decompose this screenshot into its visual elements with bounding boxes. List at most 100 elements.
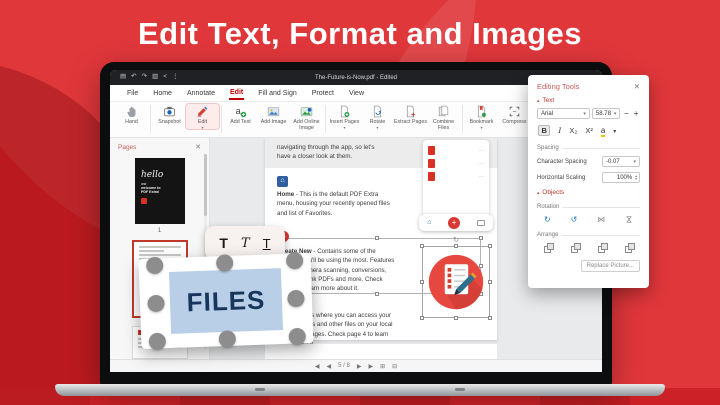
flip-horizontal-icon[interactable]: ⋈ (597, 215, 605, 224)
rotate-pages-button[interactable]: Rotate ▾ (361, 104, 394, 129)
more-icon: ⋯ (479, 148, 484, 154)
editing-tools-panel: Editing Tools ✕ ▴ Text Arial ▾ 58.78 ▾ −… (528, 75, 649, 288)
selection-handle[interactable] (375, 292, 379, 296)
close-icon[interactable]: ✕ (634, 82, 640, 91)
send-backward-icon[interactable] (571, 243, 579, 251)
thumb-hello-text: hello (141, 170, 163, 180)
italic-button[interactable]: I (558, 126, 561, 135)
rotation-handle[interactable]: ↻ (453, 236, 459, 244)
add-image-button[interactable]: Add Image (257, 104, 290, 125)
bring-to-front-icon[interactable] (598, 243, 606, 251)
rotate-right-icon[interactable]: ↻ (544, 215, 551, 224)
selection-handle[interactable] (488, 280, 492, 284)
character-spacing-select[interactable]: -0.07 ▾ (602, 156, 640, 167)
hero-title: Edit Text, Format and Images (0, 16, 720, 52)
rotate-left-icon[interactable]: ↺ (571, 215, 578, 224)
increase-size-button[interactable]: + (632, 109, 640, 118)
selection-handle[interactable] (454, 244, 458, 248)
tab-edit[interactable]: Edit (229, 86, 244, 100)
edit-tool-button[interactable]: Edit ▾ (186, 104, 219, 129)
text-section-header[interactable]: ▴ Text (537, 97, 640, 104)
add-online-image-button[interactable]: Add Online Image (290, 104, 323, 131)
stage: Edit Text, Format and Images ▤ ↶ ↷ ▥ < ⋮… (0, 0, 720, 405)
selection-handle[interactable] (146, 257, 164, 275)
folder-icon (477, 220, 485, 226)
selection-handle[interactable] (420, 244, 424, 248)
objects-section-header[interactable]: ▴ Objects (537, 189, 640, 196)
chevron-down-icon[interactable]: ▾ (613, 128, 616, 135)
selection-frame (155, 261, 298, 342)
close-icon[interactable]: ✕ (195, 143, 201, 151)
objects-section-label: Objects (542, 189, 564, 196)
prev-page-icon[interactable]: ◀ (327, 363, 332, 370)
home-title: Home (277, 191, 294, 198)
compress-button[interactable]: Compress (498, 104, 531, 125)
bold-button[interactable]: B (538, 125, 550, 136)
page-thumbnail-1[interactable]: hello and welcome to PDF Extra! (135, 158, 185, 224)
panel-title: Editing Tools (537, 82, 579, 91)
home-menu-icon: ⌂ (277, 176, 288, 187)
character-spacing-label: Character Spacing (537, 159, 587, 165)
decrease-size-button[interactable]: − (622, 109, 630, 118)
selection-handle[interactable] (288, 328, 306, 346)
selected-image[interactable]: ↻ (419, 236, 493, 320)
font-family-select[interactable]: Arial ▾ (537, 108, 590, 119)
bold-t-glyph[interactable]: T (219, 235, 228, 251)
snapshot-button[interactable]: Snapshot (153, 104, 186, 125)
tab-view[interactable]: View (348, 87, 365, 99)
home-paragraph[interactable]: ⌂ Home - This is the default PDF Extra m… (277, 176, 395, 218)
bring-forward-icon[interactable] (544, 243, 552, 251)
italic-t-glyph[interactable]: T (241, 236, 250, 251)
font-color-button[interactable]: a (601, 126, 605, 137)
hand-tool-button[interactable]: Hand (115, 104, 148, 125)
extract-pages-button[interactable]: Extract Pages (394, 104, 427, 125)
tool-label: Compress (502, 119, 526, 125)
flip-vertical-icon[interactable]: ⋈ (624, 216, 633, 224)
underline-t-glyph[interactable]: T (263, 236, 271, 251)
selection-handle[interactable] (216, 254, 234, 272)
selection-handle[interactable] (287, 290, 305, 308)
selection-handle[interactable] (375, 236, 379, 240)
edit-pencil-icon (196, 105, 209, 118)
selection-handle[interactable] (420, 280, 424, 284)
combine-files-button[interactable]: Combine Files (427, 104, 460, 131)
selection-handle[interactable] (286, 252, 304, 270)
font-size-select[interactable]: 58.78 ▾ (592, 108, 621, 119)
selection-handle[interactable] (219, 330, 237, 348)
tool-label: Add Image (261, 119, 287, 125)
fit-page-icon[interactable]: ⊞ (380, 363, 385, 370)
add-text-button[interactable]: a Add Text (224, 104, 257, 125)
selection-handle[interactable] (454, 316, 458, 320)
replace-picture-button[interactable]: Replace Picture... (581, 260, 640, 272)
selection-handle[interactable] (420, 316, 424, 320)
next-page-edge (265, 344, 497, 359)
first-page-icon[interactable]: ◀ (315, 363, 320, 370)
tool-label: Combine Files (427, 119, 460, 131)
subscript-button[interactable]: X₂ (569, 126, 577, 135)
bookmark-button[interactable]: Bookmark ▾ (465, 104, 498, 129)
tab-protect[interactable]: Protect (311, 87, 335, 99)
chevron-down-icon: ▾ (583, 111, 586, 117)
selection-handle[interactable] (488, 316, 492, 320)
next-page-icon[interactable]: ▶ (357, 363, 362, 370)
add-button-icon: + (448, 217, 460, 229)
last-page-icon[interactable]: ▶ (368, 363, 373, 370)
pdf-extra-logo (141, 198, 147, 204)
send-to-back-icon[interactable] (625, 243, 633, 251)
tab-fill-and-sign[interactable]: Fill and Sign (257, 87, 298, 99)
tab-annotate[interactable]: Annotate (186, 87, 216, 99)
horizontal-scaling-stepper[interactable]: 100% ▴▾ (602, 172, 640, 183)
pdf-file-icon (428, 172, 435, 181)
tab-home[interactable]: Home (152, 87, 173, 99)
sidebar-scrollbar-thumb[interactable] (204, 154, 207, 216)
superscript-button[interactable]: X² (585, 126, 593, 135)
selection-handle[interactable] (147, 295, 165, 313)
selection-handle[interactable] (488, 244, 492, 248)
add-online-image-icon (300, 105, 313, 118)
tool-label: Add Text (230, 119, 251, 125)
tab-file[interactable]: File (126, 87, 139, 99)
zoom-icon[interactable]: ⊟ (392, 363, 397, 370)
selection-handle[interactable] (149, 333, 167, 351)
stepper-arrows-icon[interactable]: ▴▾ (635, 175, 637, 181)
insert-pages-button[interactable]: Insert Pages ▾ (328, 104, 361, 129)
